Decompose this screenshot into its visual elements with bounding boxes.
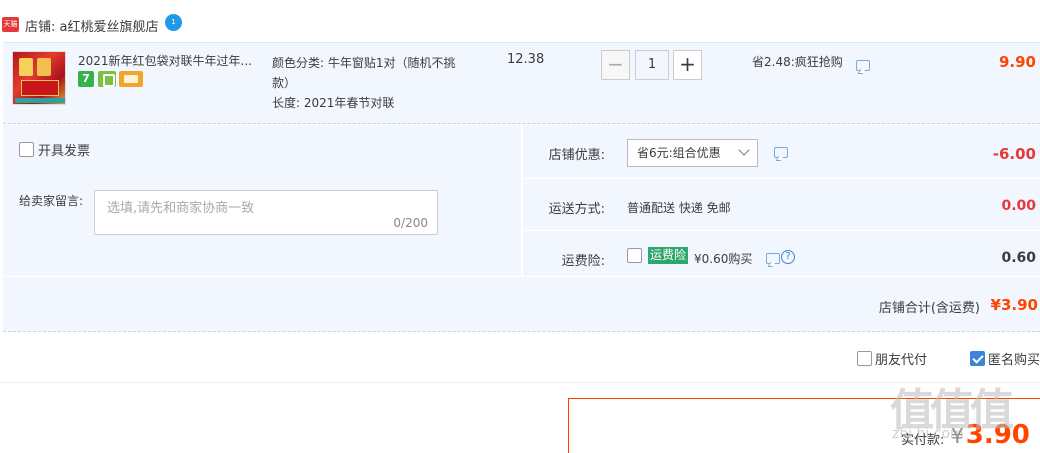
- help-icon[interactable]: ?: [781, 250, 795, 264]
- discount-amount: -6.00: [992, 145, 1036, 163]
- shop-header: 天猫 店铺: a红桃爱丝旗舰店 1: [0, 0, 1040, 42]
- memo-char-count: 0/200: [393, 216, 428, 230]
- product-title-link[interactable]: 2021新年红包袋对联牛年过年...: [78, 52, 264, 69]
- order-options-left: 开具发票 给卖家留言: 选填,请先和商家协商一致 0/200: [3, 125, 522, 276]
- guarantee-icon: [98, 71, 116, 87]
- sku-length: 长度: 2021年春节对联: [272, 96, 395, 110]
- friend-pay-checkbox[interactable]: [857, 351, 872, 366]
- invoice-option[interactable]: 开具发票: [19, 140, 90, 159]
- memo-label: 给卖家留言:: [19, 194, 84, 208]
- shipping-row: 运送方式: 普通配送 快递 免邮 0.00: [523, 179, 1040, 231]
- message-icon[interactable]: [774, 147, 788, 158]
- insurance-badge: 运费险: [648, 247, 689, 264]
- shipping-label: 运送方式:: [548, 202, 605, 217]
- anonymous-checkbox[interactable]: [970, 351, 985, 366]
- chevron-down-icon: [738, 144, 750, 156]
- anonymous-option[interactable]: 匿名购买: [970, 349, 1040, 368]
- shipping-insurance-row: 运费险: 运费险 ¥0.60购买 ? 0.60: [523, 231, 1040, 276]
- shop-name-link[interactable]: 店铺: a红桃爱丝旗舰店: [25, 16, 158, 35]
- sku-color: 颜色分类: 牛年窗贴1对（随机不挑款）: [272, 56, 456, 90]
- unit-price: 12.38: [507, 52, 545, 67]
- seven-day-return-icon: 7: [78, 71, 94, 87]
- quantity-increase-button[interactable]: +: [673, 50, 702, 80]
- wangwang-chat-icon[interactable]: 1: [165, 14, 182, 31]
- invoice-label: 开具发票: [38, 144, 91, 159]
- cart-item-row: 2021新年红包袋对联牛年过年... 7 颜色分类: 牛年窗贴1对（随机不挑款）…: [3, 42, 1040, 124]
- item-subtotal: 9.90: [998, 53, 1036, 71]
- order-options-right: 店铺优惠: 省6元:组合优惠 -6.00 运送方式: 普通配送 快递 免邮 0.…: [523, 125, 1040, 276]
- insurance-price: ¥0.60购买: [694, 252, 753, 266]
- product-thumbnail[interactable]: [12, 51, 66, 105]
- friend-pay-option[interactable]: 朋友代付: [857, 349, 927, 368]
- watermark: 值值值 zhi.hi.com: [890, 374, 1040, 453]
- message-icon[interactable]: [766, 253, 780, 264]
- watermark-url: zhi.hi.com: [892, 426, 964, 442]
- discount-label: 店铺优惠:: [548, 148, 605, 163]
- quantity-input[interactable]: 1: [635, 50, 669, 80]
- shop-total-value: ¥3.90: [990, 296, 1038, 314]
- tmall-badge: 天猫: [2, 17, 19, 32]
- credit-card-icon: [119, 71, 143, 87]
- shipping-method: 普通配送 快递 免邮: [627, 201, 731, 215]
- promotion-text: 省2.48:疯狂抢购: [752, 55, 843, 69]
- payment-options: 朋友代付 匿名购买: [0, 333, 1040, 383]
- quantity-decrease-button[interactable]: −: [601, 50, 630, 80]
- insurance-checkbox[interactable]: [627, 248, 642, 263]
- discount-select[interactable]: 省6元:组合优惠: [627, 139, 758, 167]
- discount-select-value: 省6元:组合优惠: [637, 146, 721, 160]
- anonymous-label: 匿名购买: [988, 353, 1040, 368]
- shop-discount-row: 店铺优惠: 省6元:组合优惠 -6.00: [523, 125, 1040, 179]
- shop-total-label: 店铺合计(含运费): [878, 301, 980, 316]
- message-icon[interactable]: [856, 60, 870, 71]
- memo-placeholder: 选填,请先和商家协商一致: [107, 201, 255, 216]
- insurance-amount: 0.60: [1001, 250, 1036, 266]
- shipping-amount: 0.00: [1001, 198, 1036, 214]
- seller-memo-input[interactable]: 选填,请先和商家协商一致 0/200: [94, 190, 438, 235]
- shop-total-row: 店铺合计(含运费) ¥3.90: [3, 277, 1040, 332]
- invoice-checkbox[interactable]: [19, 142, 34, 157]
- friend-pay-label: 朋友代付: [875, 353, 928, 368]
- insurance-label: 运费险:: [561, 254, 605, 269]
